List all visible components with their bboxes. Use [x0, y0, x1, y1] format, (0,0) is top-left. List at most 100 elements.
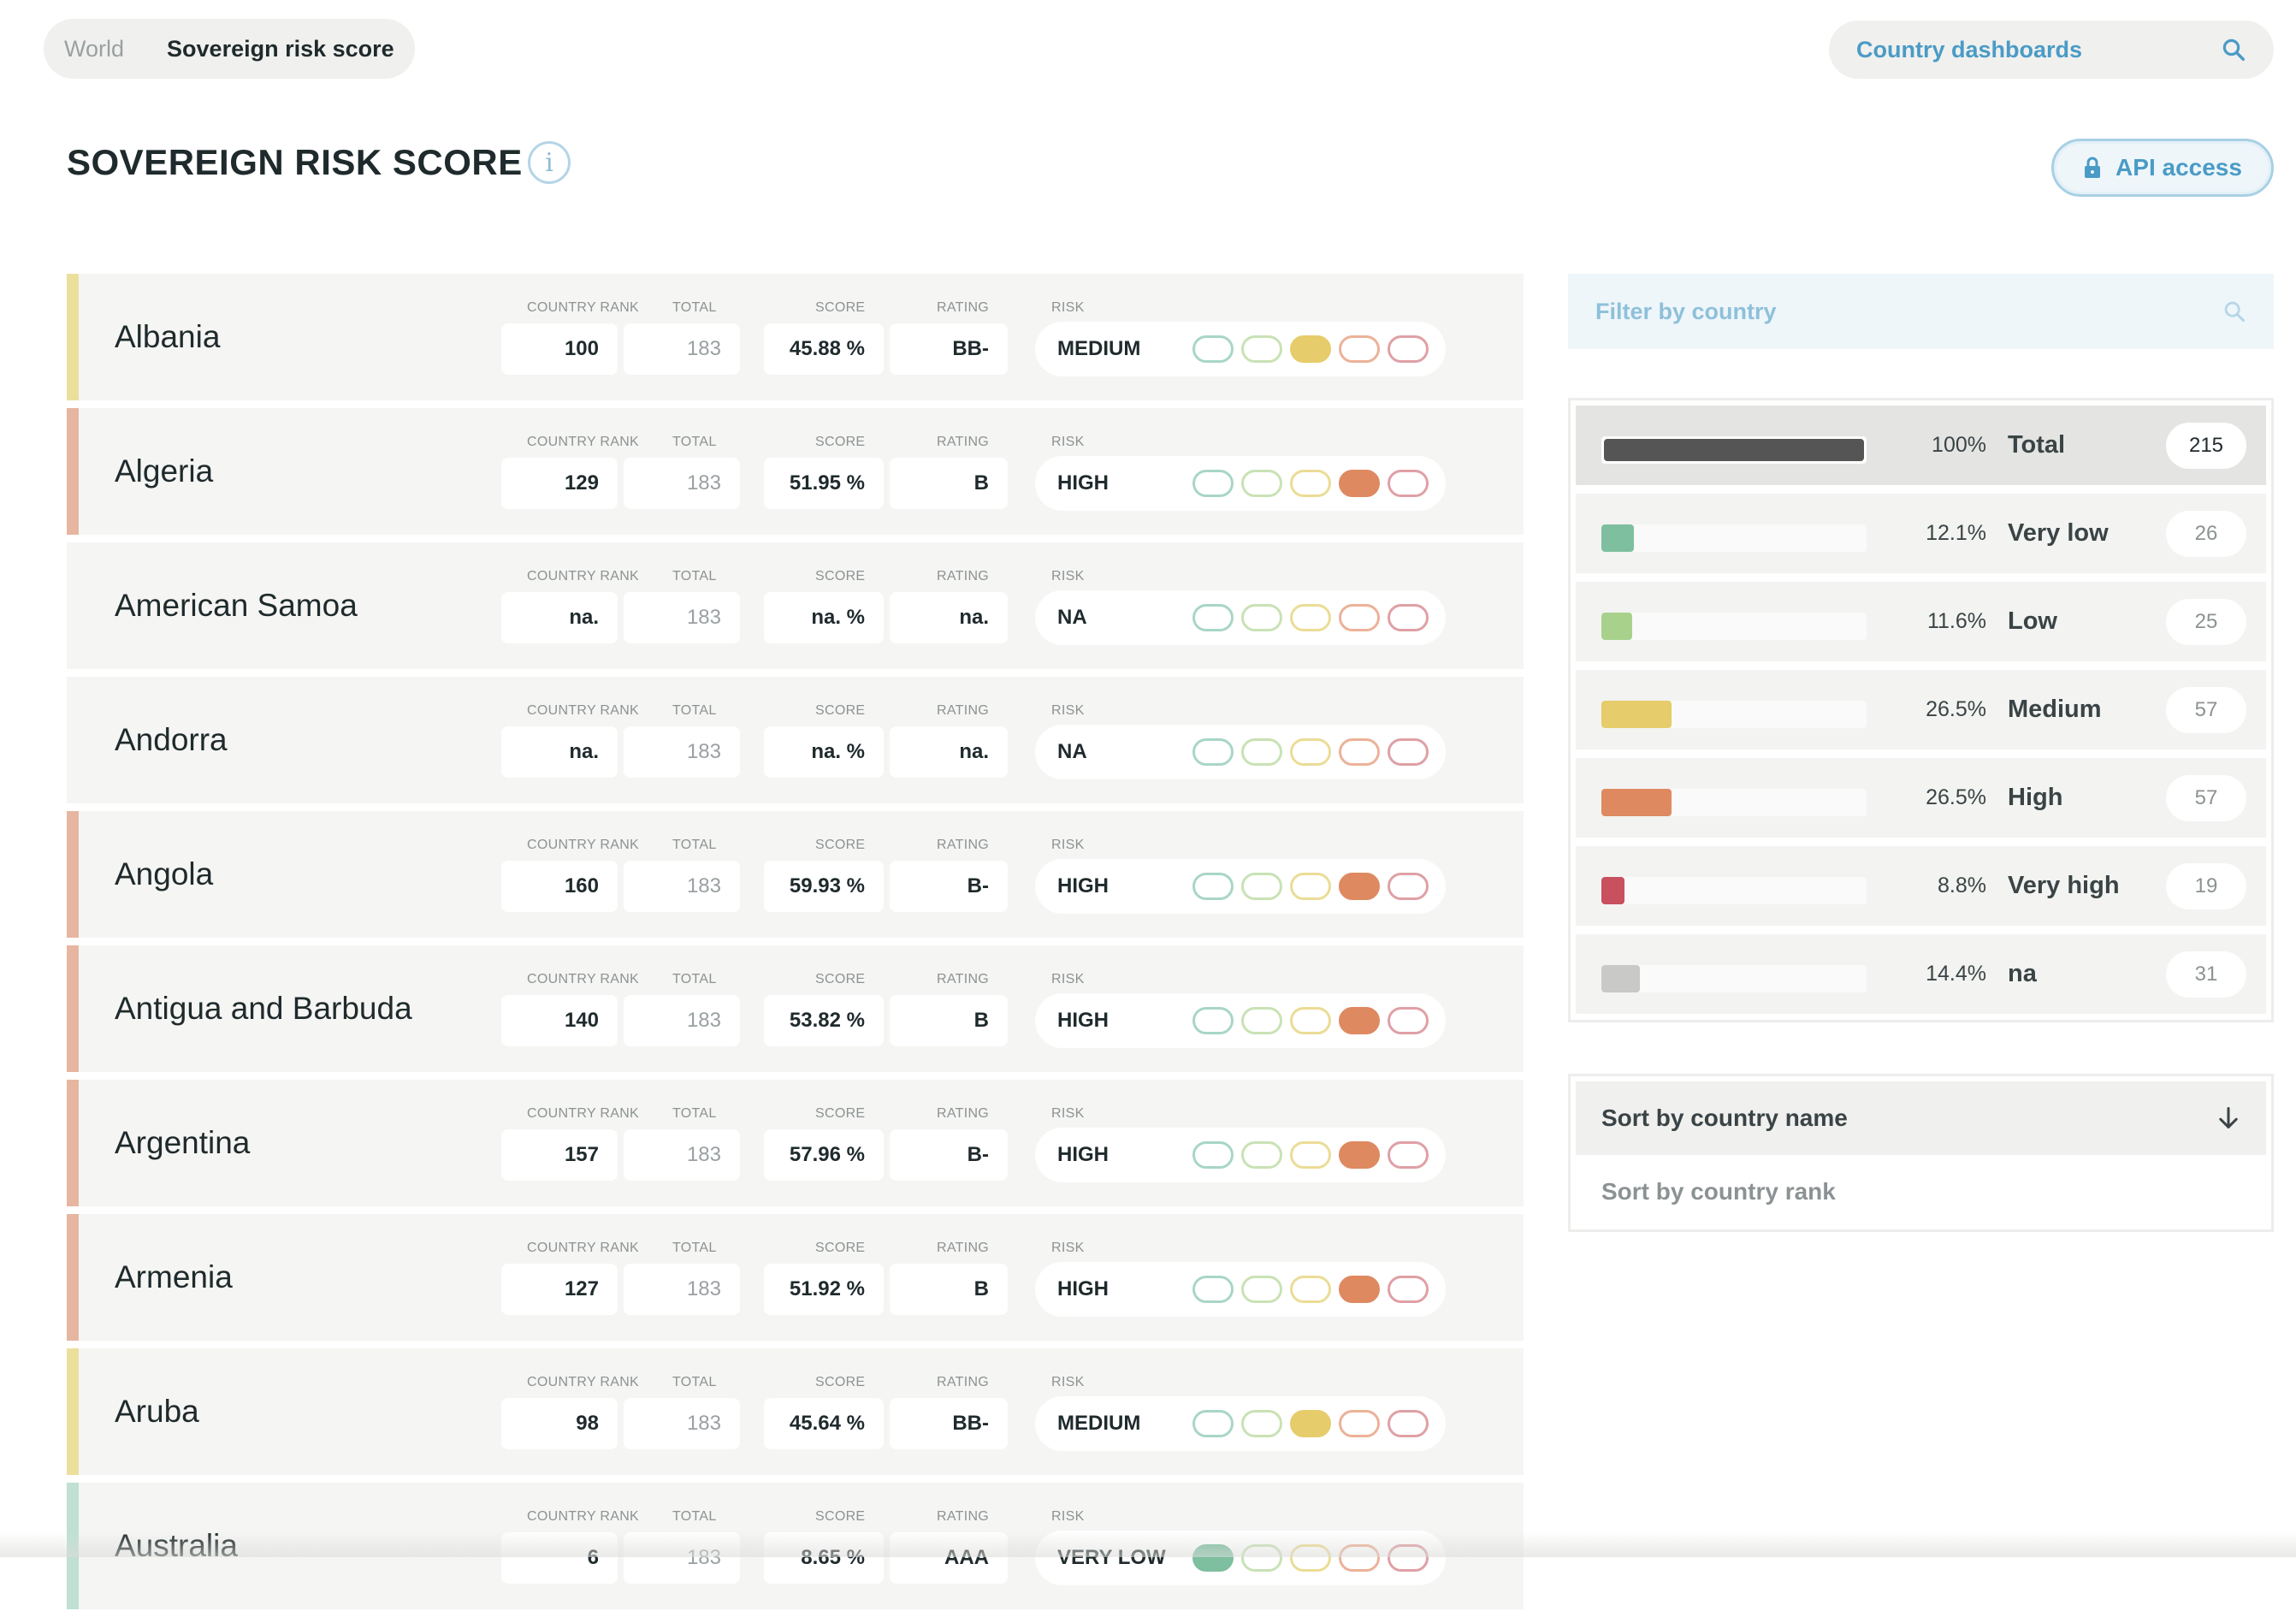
rating-column-label: RATING: [937, 703, 990, 718]
country-name[interactable]: Argentina: [115, 1080, 250, 1206]
total-column-label: TOTAL: [672, 1375, 717, 1389]
country-dashboards-label: Country dashboards: [1856, 36, 2083, 62]
rating-column-label: RATING: [937, 569, 990, 583]
country-row[interactable]: Armenia COUNTRY RANK 127 TOTAL 183 SCORE 51.92…: [67, 1214, 1524, 1341]
search-icon[interactable]: [2221, 37, 2246, 62]
risk-column-label: RISK: [1051, 300, 1085, 315]
score-column-label: SCORE: [815, 1241, 866, 1255]
rating-column-label: RATING: [937, 1509, 990, 1524]
country-name[interactable]: Aruba: [115, 1348, 199, 1475]
distribution-row[interactable]: 100% Total 215: [1576, 406, 2266, 485]
total-column-label: TOTAL: [672, 972, 717, 986]
filter-by-country-input[interactable]: Filter by country: [1568, 274, 2274, 349]
total-column-label: TOTAL: [672, 1106, 717, 1121]
risk-value: NA: [1057, 606, 1087, 629]
rating-value: BB-: [890, 1398, 1008, 1449]
risk-level-dot: [1339, 335, 1380, 363]
risk-level-dot: [1290, 1276, 1331, 1303]
distribution-row[interactable]: 26.5% Medium 57: [1576, 670, 2266, 749]
risk-level-dots: [1192, 470, 1429, 497]
country-row[interactable]: American Samoa COUNTRY RANK na. TOTAL 183 SCO…: [67, 542, 1524, 669]
distribution-bar-track: [1601, 701, 1867, 728]
distribution-row[interactable]: 26.5% High 57: [1576, 758, 2266, 838]
distribution-label: na: [2008, 960, 2037, 987]
risk-level-dot: [1290, 335, 1331, 363]
score-column-label: SCORE: [815, 1509, 866, 1524]
country-dashboards-search[interactable]: Country dashboards: [1829, 21, 2274, 79]
info-icon[interactable]: i: [528, 141, 571, 184]
distribution-label: Medium: [2008, 696, 2102, 723]
risk-indicator: HIGH: [1035, 993, 1446, 1048]
risk-value: HIGH: [1057, 1277, 1109, 1300]
distribution-bar-track: [1601, 965, 1867, 992]
country-name[interactable]: Andorra: [115, 677, 228, 803]
risk-level-dot: [1241, 1141, 1282, 1169]
api-access-button[interactable]: API access: [2051, 139, 2274, 197]
risk-level-dots: [1192, 738, 1429, 766]
risk-level-dots: [1192, 1410, 1429, 1437]
risk-value: HIGH: [1057, 471, 1109, 495]
rank-column-label: COUNTRY RANK: [527, 569, 640, 583]
sort-panel: Sort by country name Sort by country ran…: [1568, 1074, 2274, 1232]
country-name[interactable]: Angola: [115, 811, 213, 938]
risk-level-dot: [1192, 604, 1234, 631]
risk-level-dots: [1192, 1007, 1429, 1034]
risk-level-dots: [1192, 335, 1429, 363]
risk-level-dot: [1388, 1410, 1429, 1437]
country-name[interactable]: Albania: [115, 274, 220, 400]
distribution-label: Low: [2008, 607, 2057, 635]
country-name[interactable]: Antigua and Barbuda: [115, 945, 412, 1072]
api-access-label: API access: [2116, 154, 2242, 181]
risk-level-dots: [1192, 873, 1429, 900]
total-value: 183: [624, 995, 740, 1046]
risk-level-dot: [1192, 873, 1234, 900]
total-value: 183: [624, 861, 740, 912]
rating-column-label: RATING: [937, 435, 990, 449]
risk-level-dot: [1241, 335, 1282, 363]
distribution-label: High: [2008, 784, 2063, 811]
country-row[interactable]: Andorra COUNTRY RANK na. TOTAL 183 SCORE na. %…: [67, 677, 1524, 803]
distribution-percent: 14.4%: [1926, 962, 1986, 986]
risk-level-dot: [1192, 1007, 1234, 1034]
country-row[interactable]: Albania COUNTRY RANK 100 TOTAL 183 SCORE 45.88…: [67, 274, 1524, 400]
sort-by-name-option[interactable]: Sort by country name: [1576, 1081, 2266, 1155]
country-name[interactable]: Algeria: [115, 408, 213, 535]
risk-level-dot: [1290, 873, 1331, 900]
country-row[interactable]: Argentina COUNTRY RANK 157 TOTAL 183 SCORE 57.…: [67, 1080, 1524, 1206]
country-row[interactable]: Aruba COUNTRY RANK 98 TOTAL 183 SCORE 45.64 % R…: [67, 1348, 1524, 1475]
rank-value: na.: [501, 592, 618, 643]
score-value: 53.82 %: [764, 995, 884, 1046]
country-row[interactable]: Angola COUNTRY RANK 160 TOTAL 183 SCORE 59.93 …: [67, 811, 1524, 938]
total-column-label: TOTAL: [672, 1509, 717, 1524]
search-icon: [2224, 301, 2246, 323]
rating-column-label: RATING: [937, 1241, 990, 1255]
breadcrumb-world-link[interactable]: World: [64, 36, 124, 62]
sort-by-rank-option[interactable]: Sort by country rank: [1576, 1155, 2266, 1229]
distribution-bar-track: [1601, 789, 1867, 816]
distribution-row[interactable]: 11.6% Low 25: [1576, 582, 2266, 661]
distribution-bar-fill: [1601, 701, 1672, 728]
total-value: 183: [624, 458, 740, 509]
score-value: na. %: [764, 592, 884, 643]
sort-active-label: Sort by country name: [1601, 1105, 1848, 1131]
risk-indicator: HIGH: [1035, 1262, 1446, 1317]
rank-column-label: COUNTRY RANK: [527, 300, 640, 315]
country-row[interactable]: Algeria COUNTRY RANK 129 TOTAL 183 SCORE 51.95…: [67, 408, 1524, 535]
distribution-percent: 100%: [1932, 433, 1986, 457]
distribution-row[interactable]: 12.1% Very low 26: [1576, 494, 2266, 573]
distribution-row[interactable]: 8.8% Very high 19: [1576, 846, 2266, 926]
country-name[interactable]: American Samoa: [115, 542, 358, 669]
distribution-count-badge: 19: [2166, 863, 2246, 909]
distribution-row[interactable]: 14.4% na 31: [1576, 934, 2266, 1014]
distribution-label: Very low: [2008, 519, 2109, 547]
risk-value: MEDIUM: [1057, 1412, 1141, 1435]
breadcrumb-current: Sovereign risk score: [167, 35, 394, 62]
country-row[interactable]: Antigua and Barbuda COUNTRY RANK 140 TOTAL 1…: [67, 945, 1524, 1072]
distribution-bar-track: [1601, 436, 1867, 464]
risk-column-label: RISK: [1051, 972, 1085, 986]
rating-value: B-: [890, 1129, 1008, 1181]
page-title: SOVEREIGN RISK SCORE: [67, 142, 523, 182]
risk-level-dot: [1339, 470, 1380, 497]
country-name[interactable]: Armenia: [115, 1214, 233, 1341]
risk-column-label: RISK: [1051, 569, 1085, 583]
